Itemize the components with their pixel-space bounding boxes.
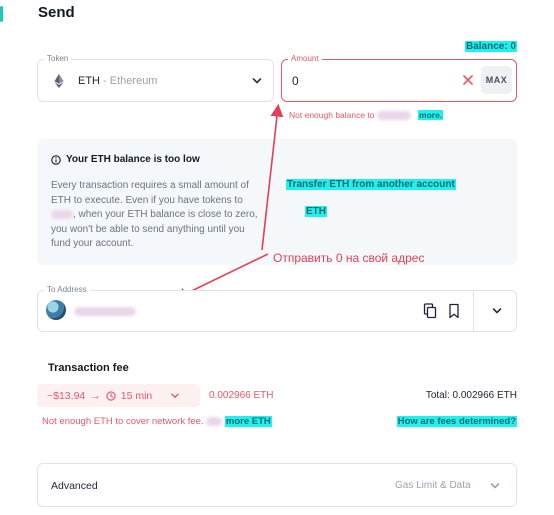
amount-input[interactable]: Amount 0 MAX	[281, 54, 517, 102]
low-balance-panel: Your ETH balance is too low Every transa…	[37, 139, 517, 265]
address-avatar	[46, 300, 66, 320]
amount-field-label: Amount	[288, 54, 322, 63]
fees-info-link[interactable]: How are fees determined?	[396, 416, 517, 427]
chevron-down-icon[interactable]	[488, 479, 502, 493]
chevron-down-icon[interactable]	[490, 304, 504, 318]
fee-error-link[interactable]: more ETH	[224, 416, 272, 427]
buy-eth-link[interactable]: ETH	[305, 206, 327, 217]
to-address-input[interactable]: To Address	[37, 285, 517, 332]
amount-error: Not enough balance to more.	[289, 110, 444, 121]
address-divider	[473, 291, 474, 331]
token-select[interactable]: Token ETH - Ethereum	[37, 54, 274, 102]
fee-time: 15 min	[120, 389, 153, 402]
advanced-section[interactable]: Advanced Gas Limit & Data	[37, 463, 517, 507]
header-accent-bar	[0, 6, 3, 22]
bookmark-icon[interactable]	[448, 303, 460, 319]
close-icon[interactable]	[461, 73, 475, 87]
balance-label: Balance: 0	[464, 41, 517, 52]
clock-icon	[106, 390, 116, 401]
to-address-label: To Address	[44, 285, 90, 294]
info-icon	[51, 154, 61, 165]
advanced-label: Advanced	[51, 480, 98, 492]
max-button[interactable]: MAX	[481, 66, 512, 94]
transaction-fee-title: Transaction fee	[48, 362, 129, 374]
annotation-text: Отправить 0 на свой адрес	[273, 251, 425, 265]
low-balance-title: Your ETH balance is too low	[51, 154, 200, 165]
amount-value[interactable]: 0	[292, 74, 299, 88]
chevron-down-icon[interactable]	[169, 390, 181, 402]
fee-speed-select[interactable]: ~$13.94 → 15 min	[37, 384, 200, 407]
redacted-text	[376, 111, 411, 121]
page-title: Send	[38, 4, 75, 21]
token-value: ETH - Ethereum	[78, 75, 158, 87]
redacted-text	[51, 209, 73, 219]
fee-usd: ~$13.94	[47, 389, 86, 402]
advanced-hint: Gas Limit & Data	[395, 480, 471, 491]
fee-arrow: →	[90, 389, 101, 402]
redacted-text	[206, 416, 223, 426]
transfer-eth-link[interactable]: Transfer ETH from another account	[286, 179, 456, 190]
copy-icon[interactable]	[423, 303, 437, 319]
amount-error-link[interactable]: more.	[418, 110, 444, 120]
low-balance-message: Every transaction requires a small amoun…	[51, 180, 258, 249]
ethereum-icon	[54, 74, 64, 88]
token-field-label: Token	[44, 54, 72, 63]
fee-error: Not enough ETH to cover network fee. mor…	[42, 416, 272, 427]
redacted-address	[74, 307, 136, 316]
fee-eth-amount: 0.002966 ETH	[209, 390, 274, 401]
chevron-down-icon[interactable]	[250, 74, 264, 88]
fee-total: Total: 0.002966 ETH	[425, 390, 517, 401]
